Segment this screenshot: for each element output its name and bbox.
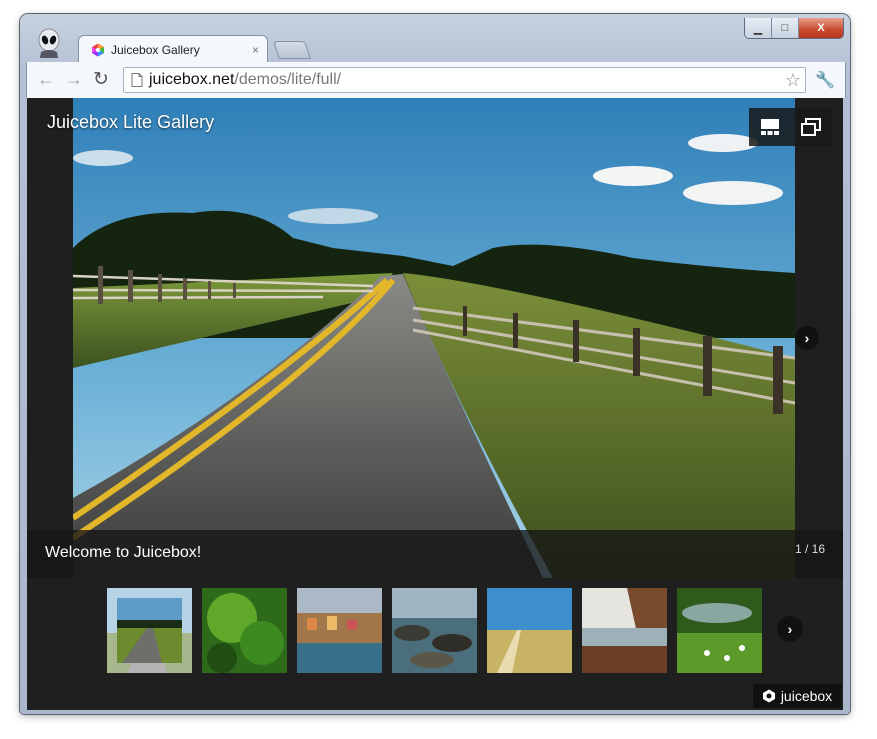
url-host: juicebox.net [149, 71, 235, 88]
gallery-title: Juicebox Lite Gallery [47, 112, 215, 132]
next-thumbnails-button[interactable]: › [777, 616, 803, 642]
image-caption: Welcome to Juicebox! [45, 544, 202, 561]
juicebox-favicon-icon [92, 43, 104, 56]
thumbnail-wheat-field[interactable] [487, 588, 572, 673]
next-arrow-icon: › [804, 330, 810, 346]
thumbnail-meadow-stream[interactable] [677, 588, 762, 673]
thumbnail-coastal-village[interactable] [297, 588, 382, 673]
wrench-icon[interactable]: 🔧 [815, 70, 835, 90]
window-controls: ▁ □ X [744, 18, 844, 39]
browser-window: ▁ □ X Juicebox Gallery × ← → ↻ juicebox.… [20, 14, 850, 714]
close-window-button[interactable]: X [799, 18, 843, 38]
image-counter: 1 / 16 [794, 542, 825, 556]
tab-title: Juicebox Gallery [111, 42, 200, 57]
back-arrow-icon[interactable]: ← [37, 69, 55, 90]
forward-arrow-icon[interactable]: → [65, 69, 83, 90]
thumbnail-green-leaves[interactable] [202, 588, 287, 673]
main-photo[interactable] [73, 98, 795, 578]
juicebox-brand-badge[interactable]: juicebox [753, 684, 841, 708]
alien-avatar-icon [38, 28, 60, 58]
browser-toolbar: ← → ↻ juicebox.net/demos/lite/full/ ☆ 🔧 [26, 62, 846, 98]
thumbnail-beach-cliffs[interactable] [582, 588, 667, 673]
minimize-button[interactable]: ▁ [745, 18, 772, 38]
reload-icon[interactable]: ↻ [93, 68, 109, 91]
tab-juicebox-gallery[interactable]: Juicebox Gallery × [78, 35, 268, 63]
caption-bar: Welcome to Juicebox! 1 / 16 [27, 530, 843, 578]
gallery-viewport: Juicebox Lite Gallery › Welcome to Juice… [27, 98, 843, 710]
address-bar[interactable]: juicebox.net/demos/lite/full/ ☆ [123, 67, 806, 93]
juicebox-logo-icon [762, 689, 775, 703]
thumbnails-icon[interactable] [760, 118, 780, 136]
new-tab-button[interactable] [273, 41, 311, 59]
view-controls [749, 108, 832, 146]
next-arrow-icon: › [787, 621, 793, 637]
expand-icon[interactable] [801, 118, 822, 136]
brand-name: juicebox [780, 688, 833, 704]
maximize-button[interactable]: □ [772, 18, 799, 38]
thumbnail-river-rocks[interactable] [392, 588, 477, 673]
tab-close-button[interactable]: × [252, 43, 259, 57]
page-icon [131, 73, 143, 87]
star-icon[interactable]: ☆ [785, 70, 801, 91]
thumbnail-road[interactable] [107, 588, 192, 673]
next-image-button[interactable]: › [795, 326, 819, 350]
thumbnail-strip [107, 588, 772, 673]
url-path: /demos/lite/full/ [234, 71, 342, 88]
